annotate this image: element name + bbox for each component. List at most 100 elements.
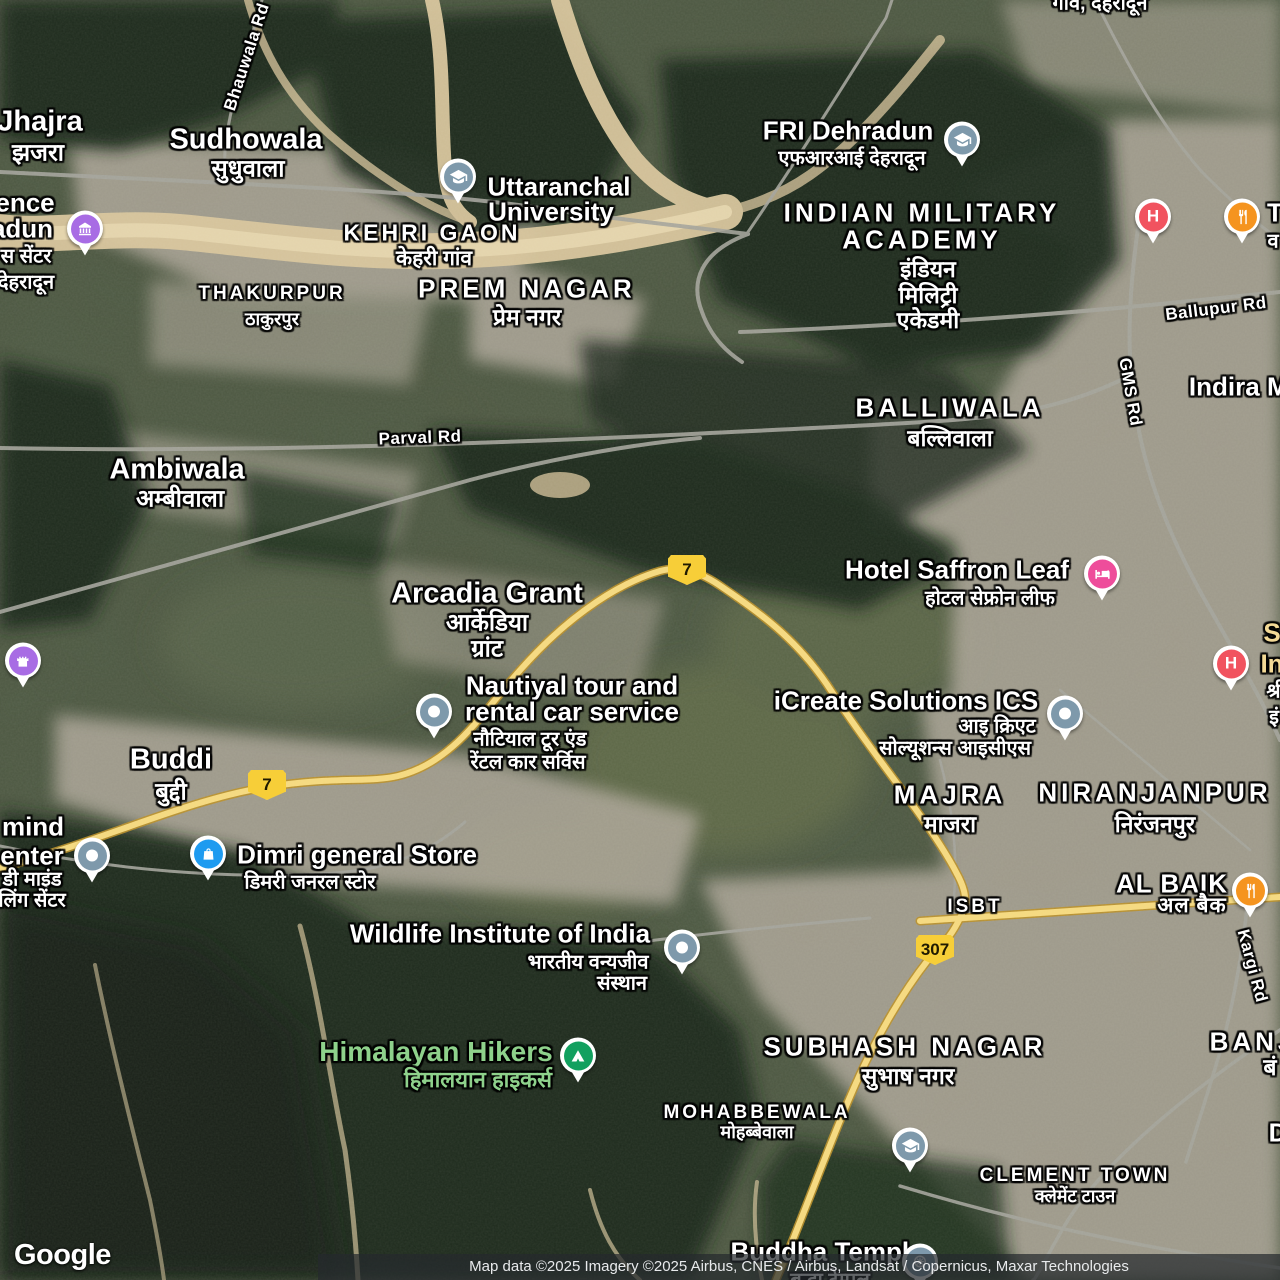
hospital-icon: H bbox=[1135, 198, 1171, 235]
education-pin-uttaranchal[interactable] bbox=[440, 158, 476, 204]
road-label-parval-rd: Parval Rd bbox=[378, 426, 462, 449]
shopping-pin-dimri[interactable] bbox=[190, 835, 226, 881]
place-label-niranjanpur-line0: NIRANJANPUR bbox=[1038, 777, 1272, 808]
place-label-balliwala-line0: BALLIWALA bbox=[855, 392, 1045, 423]
satellite-map-canvas[interactable]: Google Map data ©2025 Imagery ©2025 Airb… bbox=[0, 0, 1280, 1280]
pin-tail bbox=[1146, 232, 1160, 244]
pin-tail bbox=[571, 1071, 585, 1083]
museum-icon bbox=[67, 210, 103, 247]
place-label-ambiwala-line1[interactable]: अम्बीवाला bbox=[136, 482, 224, 515]
place-label-thakurpur-line1: ठाकुरपुर bbox=[245, 309, 299, 329]
place-label-arcadia-grant-line2[interactable]: ग्रांट bbox=[471, 632, 503, 665]
place-label-mohabbewala-line1: मोहब्बेवाला bbox=[720, 1122, 794, 1142]
education-pin-clement-town[interactable] bbox=[892, 1127, 928, 1173]
satellite-imagery bbox=[0, 0, 1280, 1280]
place-label-majra-line0: MAJRA bbox=[893, 779, 1007, 810]
hospital-icon: H bbox=[1213, 645, 1249, 682]
hospital-pin-niranjanpur[interactable]: H bbox=[1213, 645, 1249, 691]
place-label-hotel-saffron-leaf-line1[interactable]: होटल सेफ्रोन लीफ bbox=[925, 584, 1055, 611]
place-label-indian-military-academy-line4: एकेडमी bbox=[896, 307, 960, 333]
restaurant-pin-al-baik[interactable] bbox=[1232, 872, 1268, 918]
hotel-pin-saffron-leaf[interactable] bbox=[1084, 555, 1120, 601]
place-label-nautiyal-tour-line1[interactable]: rental car service bbox=[465, 697, 679, 728]
place-label-subhash-nagar-line1: सुभाष नगर bbox=[861, 1063, 955, 1089]
poi-pin-icreate[interactable] bbox=[1047, 695, 1083, 741]
place-label-fri-dehradun-line1[interactable]: एफआरआई देहरादून bbox=[778, 144, 925, 171]
pin-tail bbox=[201, 869, 215, 881]
place-label-nautiyal-tour-line3[interactable]: रेंटल कार सर्विस bbox=[471, 748, 586, 775]
pin-tail bbox=[427, 727, 441, 739]
place-label-dimri-general-store-line0[interactable]: Dimri general Store bbox=[237, 840, 477, 871]
place-label-shri-hospital-clipped-line2: श्री bbox=[1266, 680, 1280, 703]
place-label-fri-dehradun-line0[interactable]: FRI Dehradun bbox=[763, 116, 933, 147]
place-label-banjarawala-clipped-line1: बं bbox=[1263, 1054, 1277, 1080]
place-label-uttaranchal-university-line1[interactable]: University bbox=[488, 197, 614, 228]
place-label-thakurpur-line0: THAKURPUR bbox=[198, 283, 346, 304]
place-label-jhajra-line1[interactable]: झजरा bbox=[12, 136, 64, 169]
place-label-d-clipped: D bbox=[1268, 1117, 1280, 1148]
education-icon bbox=[440, 158, 476, 195]
temple-pin-buddi[interactable] bbox=[5, 642, 41, 688]
pin-tail bbox=[1235, 232, 1249, 244]
map-attribution: Map data ©2025 Imagery ©2025 Airbus, CNE… bbox=[318, 1254, 1280, 1280]
place-label-buddi-line0[interactable]: Buddi bbox=[130, 744, 212, 777]
temple-icon bbox=[5, 642, 41, 679]
place-label-sudhowala-line1[interactable]: सुधुवाला bbox=[211, 152, 284, 185]
place-label-jhajra-line0[interactable]: Jhajra bbox=[0, 106, 83, 139]
place-label-science-centre-clipped-line2: स सेंटर bbox=[0, 245, 52, 268]
place-label-top-edge-clipped: गांव, देहरादून bbox=[1052, 0, 1148, 15]
place-label-restaurant-top-clipped-line1: व bbox=[1267, 230, 1279, 253]
pin-tail bbox=[1058, 729, 1072, 741]
place-label-indian-military-academy-line1: ACADEMY bbox=[842, 224, 1002, 255]
place-label-buddi-line1[interactable]: बुद्दी bbox=[155, 775, 187, 808]
restaurant-icon bbox=[1232, 872, 1268, 909]
place-label-shri-hospital-clipped-line3: इं bbox=[1269, 706, 1279, 729]
pin-tail bbox=[1095, 589, 1109, 601]
hotel-icon bbox=[1084, 555, 1120, 592]
hospital-pin-ballupur[interactable]: H bbox=[1135, 198, 1171, 244]
place-label-wildlife-institute-line2[interactable]: संस्थान bbox=[597, 969, 647, 996]
dot-icon bbox=[74, 837, 110, 874]
pin-tail bbox=[675, 963, 689, 975]
place-label-hotel-saffron-leaf-line0[interactable]: Hotel Saffron Leaf bbox=[845, 555, 1069, 586]
pin-tail bbox=[451, 192, 465, 204]
place-label-restaurant-top-clipped-line0: T bbox=[1267, 197, 1280, 228]
pin-tail bbox=[1243, 906, 1257, 918]
dot-icon bbox=[664, 929, 700, 966]
place-label-himalayan-hikers-line1[interactable]: हिमालयान हाइकर्स bbox=[404, 1064, 552, 1094]
place-label-indira-market-clipped: Indira Ma bbox=[1188, 371, 1280, 402]
place-label-science-centre-clipped-line3: देहरादून bbox=[0, 271, 55, 294]
education-icon bbox=[892, 1127, 928, 1164]
place-label-mind-center-clipped-line3: लिंग सेंटर bbox=[0, 889, 66, 912]
place-label-niranjanpur-line1: निरंजनपुर bbox=[1114, 811, 1196, 837]
museum-pin-science-centre[interactable] bbox=[67, 210, 103, 256]
place-label-al-baik-line1[interactable]: अल बैक bbox=[1157, 891, 1226, 919]
pin-tail bbox=[16, 676, 30, 688]
place-label-wildlife-institute-line0[interactable]: Wildlife Institute of India bbox=[350, 919, 650, 950]
place-label-mind-center-clipped-line0: mind bbox=[1, 811, 65, 842]
dot-icon bbox=[416, 693, 452, 730]
tent-icon bbox=[560, 1037, 596, 1074]
pin-tail bbox=[78, 244, 92, 256]
place-label-prem-nagar-line1: प्रेम नगर bbox=[492, 304, 562, 330]
dot-icon bbox=[1047, 695, 1083, 732]
place-label-balliwala-line1: बल्लिवाला bbox=[907, 425, 993, 451]
tent-pin-himalayan-hikers[interactable] bbox=[560, 1037, 596, 1083]
place-label-dimri-general-store-line1[interactable]: डिमरी जनरल स्टोर bbox=[244, 868, 375, 895]
place-label-isbt: ISBT bbox=[947, 896, 1003, 917]
restaurant-pin-top-right[interactable] bbox=[1224, 198, 1260, 244]
education-pin-fri[interactable] bbox=[944, 121, 980, 167]
education-icon bbox=[944, 121, 980, 158]
poi-pin-mind-center[interactable] bbox=[74, 837, 110, 883]
poi-pin-nautiyal[interactable] bbox=[416, 693, 452, 739]
pin-tail bbox=[955, 155, 969, 167]
shopping-icon bbox=[190, 835, 226, 872]
place-label-kehri-gaon-line1: केहरी गांव bbox=[395, 247, 473, 270]
place-label-shri-hospital-clipped-line0: S bbox=[1263, 617, 1280, 648]
google-logo[interactable]: Google bbox=[14, 1239, 111, 1272]
restaurant-icon bbox=[1224, 198, 1260, 235]
pin-tail bbox=[903, 1161, 917, 1173]
poi-pin-wildlife[interactable] bbox=[664, 929, 700, 975]
place-label-icreate-solutions-line2[interactable]: सोल्यूशन्स आइसीएस bbox=[879, 734, 1031, 761]
pin-tail bbox=[1224, 679, 1238, 691]
